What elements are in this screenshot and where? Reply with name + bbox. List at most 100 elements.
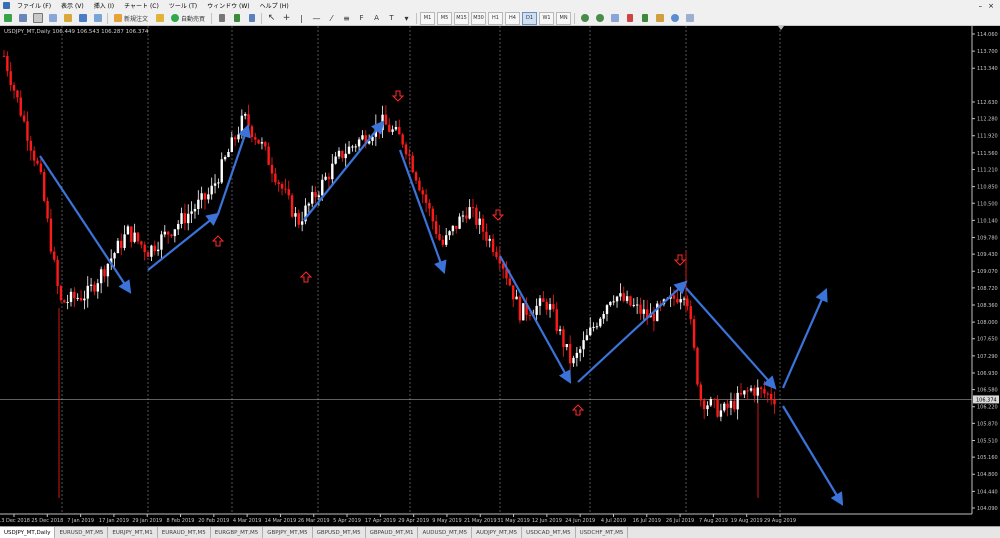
candle-body [689, 306, 692, 320]
cursor-tool[interactable]: ↖ [265, 12, 278, 25]
menu-file[interactable]: ファイル (F) [12, 1, 56, 10]
timeframe-w1[interactable]: W1 [539, 11, 555, 25]
vertical-line-tool[interactable]: | [295, 12, 308, 25]
candle-body [254, 137, 257, 140]
close-icon[interactable]: × [988, 2, 994, 10]
timeframe-h4[interactable]: H4 [505, 11, 521, 25]
candle-body [280, 184, 284, 189]
candle-body [545, 301, 548, 310]
timeframe-m5[interactable]: M5 [437, 11, 453, 25]
candle-body [709, 398, 713, 406]
tab-eurusd[interactable]: EURUSD_MT,M5 [55, 527, 109, 538]
candle-body [642, 309, 646, 314]
channel-tool[interactable]: ≡ [340, 12, 353, 25]
candle-body [468, 207, 471, 219]
market-watch-button[interactable] [31, 12, 44, 25]
tab-usdjpy[interactable]: USDJPY_MT,Daily [0, 527, 56, 538]
periods-button[interactable] [668, 12, 681, 25]
bar-chart-button[interactable] [215, 12, 228, 25]
auto-trading-button[interactable]: 自動売買 [168, 12, 208, 25]
trend-arrow [499, 255, 572, 384]
tab-eurjpy[interactable]: EURJPY_MT,M1 [108, 527, 158, 538]
menu-view[interactable]: 表示 (V) [56, 1, 89, 10]
price-tick-label: 104.090 [977, 506, 998, 512]
trendline-tool[interactable]: ⁄ [325, 12, 338, 25]
candle-body [284, 188, 287, 190]
candle-body [66, 301, 69, 303]
tab-usdchf[interactable]: USDCHF_MT,M5 [576, 527, 629, 538]
price-tick-label: 105.160 [977, 455, 998, 461]
candle-body [163, 231, 166, 235]
candle-body [341, 150, 344, 159]
zoom-out-button[interactable] [593, 12, 606, 25]
date-label: 25 Dec 2018 [31, 518, 63, 524]
fibonacci-tool[interactable]: F [355, 12, 368, 25]
label-tool[interactable]: T [385, 12, 398, 25]
candle-body [53, 251, 56, 260]
candle-body [240, 115, 244, 135]
candlestick-button[interactable] [230, 12, 243, 25]
tab-usdcad[interactable]: USDCAD_MT,M5 [522, 527, 576, 538]
tab-audusd[interactable]: AUDUSD_MT,M5 [418, 527, 473, 538]
candle-body [26, 121, 29, 141]
data-window-button[interactable] [46, 12, 59, 25]
navigator-button[interactable] [61, 12, 74, 25]
candle-body [418, 180, 421, 191]
horizontal-line-tool[interactable]: — [310, 12, 323, 25]
tile-windows-button[interactable] [608, 12, 621, 25]
chart-shift-icon [778, 26, 784, 30]
candle-body [197, 199, 200, 209]
candle-body [354, 146, 357, 148]
tab-audjpy[interactable]: AUDJPY_MT,M5 [472, 527, 523, 538]
date-label: 26 Mar 2019 [298, 518, 330, 524]
new-chart-button[interactable] [1, 12, 14, 25]
menu-help[interactable]: ヘルプ (H) [255, 1, 294, 10]
date-label: 29 Aug 2019 [764, 518, 796, 524]
price-tick-label: 105.870 [977, 421, 998, 427]
chart-tabs: USDJPY_MT,Daily EURUSD_MT,M5 EURJPY_MT,M… [0, 526, 1000, 538]
templates-button[interactable] [683, 12, 696, 25]
timeframe-d1[interactable]: D1 [522, 11, 538, 25]
minimize-icon[interactable]: – [979, 2, 983, 10]
timeframe-m15[interactable]: M15 [454, 11, 470, 25]
candle-body [160, 234, 163, 250]
timeframe-h1[interactable]: H1 [488, 11, 504, 25]
candle-body [314, 192, 317, 198]
meta-editor-button[interactable] [153, 12, 166, 25]
arrow-tool[interactable]: ▾ [400, 12, 413, 25]
text-tool[interactable]: A [370, 12, 383, 25]
tab-gbpaud[interactable]: GBPAUD_MT,M1 [366, 527, 419, 538]
tab-eurgbp[interactable]: EURGBP_MT,M5 [211, 527, 264, 538]
menu-chart[interactable]: チャート (C) [119, 1, 164, 10]
chart-shift-button[interactable] [623, 12, 636, 25]
crosshair-tool[interactable]: + [280, 12, 293, 25]
tab-gbpjpy[interactable]: GBPJPY_MT,M5 [263, 527, 313, 538]
timeframe-mn[interactable]: MN [556, 11, 572, 25]
date-label: 13 Dec 2018 [0, 518, 30, 524]
candle-body [635, 304, 639, 306]
terminal-button[interactable] [76, 12, 89, 25]
auto-scroll-button[interactable] [638, 12, 651, 25]
menu-tools[interactable]: ツール (T) [164, 1, 202, 10]
up-arrow-marker-icon [299, 271, 313, 283]
line-chart-button[interactable] [245, 12, 258, 25]
zoom-in-button[interactable] [578, 12, 591, 25]
tab-gbpusd[interactable]: GBPUSD_MT,M5 [313, 527, 366, 538]
indicators-button[interactable] [653, 12, 666, 25]
candle-body [2, 55, 6, 57]
strategy-tester-button[interactable] [91, 12, 104, 25]
timeframe-m1[interactable]: M1 [420, 11, 436, 25]
chart-area[interactable]: 114.060 113.700 113.340 112.630 112.280 111.9… [0, 26, 1000, 526]
new-order-button[interactable]: 新規注文 [111, 12, 151, 25]
date-label: 12 Jun 2019 [532, 518, 562, 524]
profiles-button[interactable] [16, 12, 29, 25]
menu-window[interactable]: ウィンドウ (W) [202, 1, 255, 10]
candle-body [200, 193, 203, 200]
candle-body [93, 284, 96, 292]
menu-insert[interactable]: 挿入 (I) [89, 1, 119, 10]
candle-body [615, 296, 619, 302]
timeframe-m30[interactable]: M30 [471, 11, 487, 25]
tab-euraud[interactable]: EURAUD_MT,M5 [158, 527, 211, 538]
candle-body [334, 156, 337, 164]
price-tick-label: 104.440 [977, 489, 998, 495]
